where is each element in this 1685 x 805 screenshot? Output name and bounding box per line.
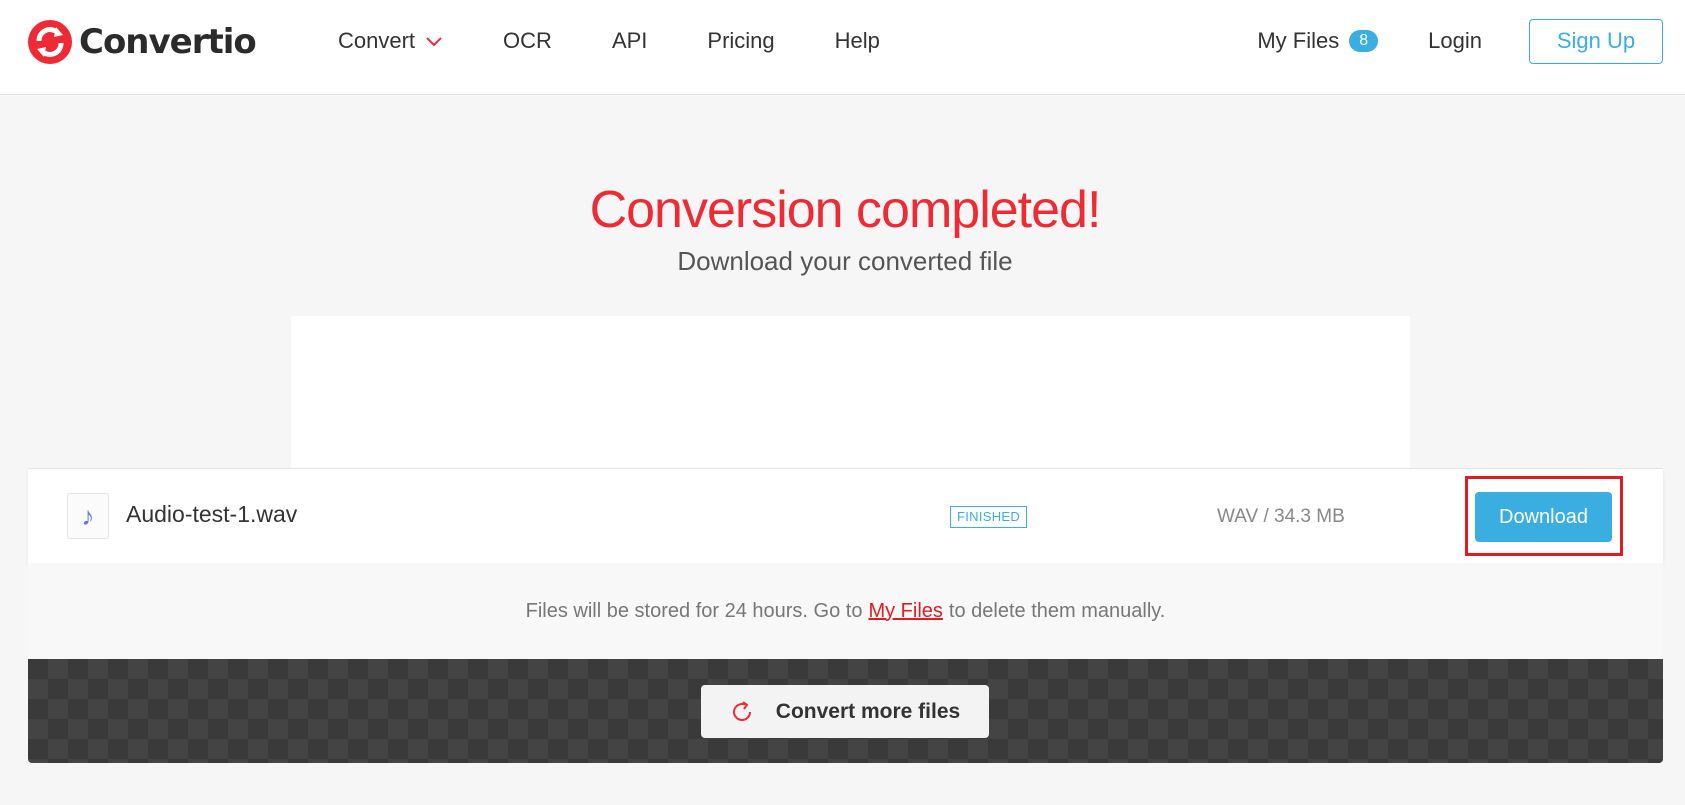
nav-help[interactable]: Help (835, 28, 880, 54)
music-note-icon: ♪ (67, 493, 109, 539)
my-files-label: My Files (1257, 28, 1340, 53)
refresh-icon (732, 700, 751, 721)
page-subtitle: Download your converted file (677, 246, 1013, 276)
login-link[interactable]: Login (1428, 28, 1482, 54)
download-button[interactable]: Download (1475, 492, 1612, 542)
ad-placeholder (291, 316, 1410, 468)
notice-text-before: Files will be stored for 24 hours. Go to (525, 599, 863, 622)
file-row: ♪ Audio-test-1.wav FINISHED WAV / 34.3 M… (28, 468, 1663, 563)
signup-button[interactable]: Sign Up (1529, 18, 1663, 64)
convert-more-label: Convert more files (775, 699, 961, 723)
logo-icon (28, 20, 72, 64)
file-format-size: WAV / 34.3 MB (1217, 506, 1345, 527)
logo-text: Convertio (79, 22, 257, 62)
chevron-down-icon (426, 37, 442, 47)
convertio-logo[interactable]: Convertio (27, 18, 257, 66)
my-files-count-badge: 8 (1349, 30, 1379, 52)
notice-text-after: to delete them manually. (948, 599, 1166, 622)
convert-more-band: Convert more files (28, 659, 1663, 763)
status-badge: FINISHED (950, 506, 1028, 528)
file-name: Audio-test-1.wav (126, 501, 298, 527)
nav-api[interactable]: API (612, 28, 647, 54)
site-header: Convertio Convert OCR API Pricing Help M… (0, 0, 1685, 95)
my-files-notice-link[interactable]: My Files (868, 600, 942, 623)
account-nav: My Files 8 Login Sign Up (1257, 18, 1663, 64)
nav-ocr[interactable]: OCR (503, 28, 552, 54)
convert-more-button[interactable]: Convert more files (701, 685, 989, 738)
my-files-link[interactable]: My Files 8 (1257, 28, 1379, 54)
nav-convert[interactable]: Convert (338, 28, 443, 54)
page-title: Conversion completed! (589, 181, 1102, 239)
main-nav: Convert OCR API Pricing Help (338, 26, 940, 56)
nav-pricing[interactable]: Pricing (707, 28, 774, 54)
nav-convert-label: Convert (338, 28, 416, 53)
storage-notice: Files will be stored for 24 hours. Go to… (28, 563, 1663, 659)
